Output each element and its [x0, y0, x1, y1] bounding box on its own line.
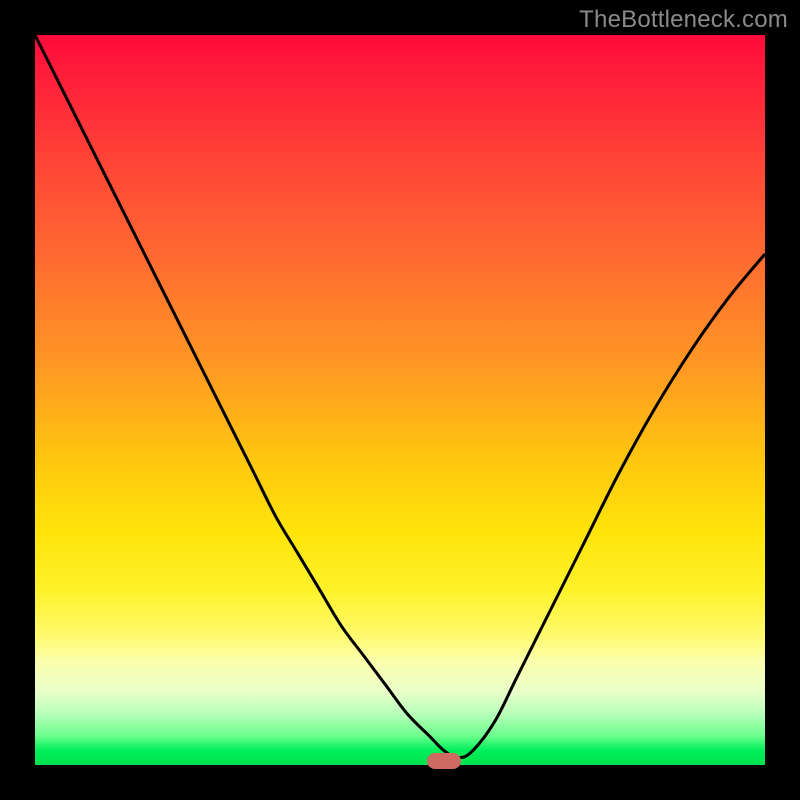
curve-path — [35, 35, 765, 758]
chart-frame: TheBottleneck.com — [0, 0, 800, 800]
optimal-marker — [427, 753, 461, 769]
bottleneck-curve — [35, 35, 765, 765]
plot-area — [35, 35, 765, 765]
watermark-text: TheBottleneck.com — [579, 6, 788, 34]
